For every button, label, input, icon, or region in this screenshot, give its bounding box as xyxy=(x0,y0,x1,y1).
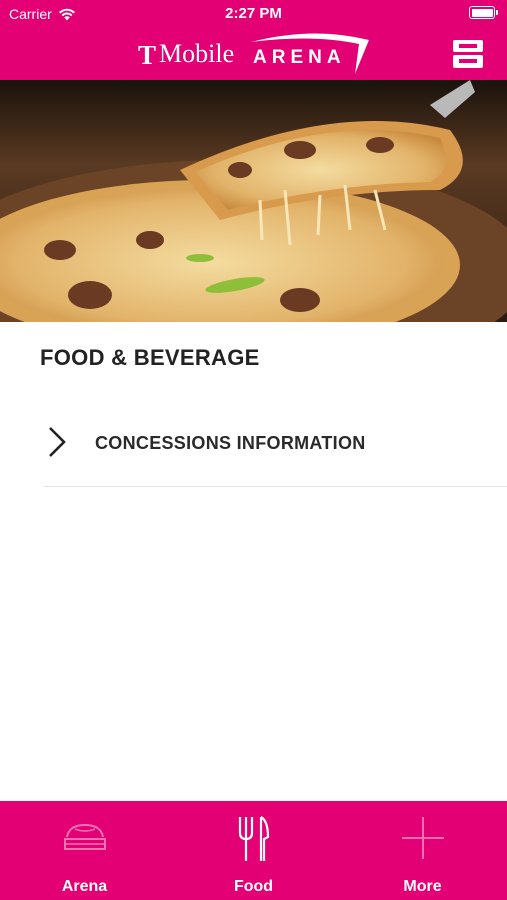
tab-food-label: Food xyxy=(233,878,274,895)
list-item-concessions[interactable]: CONCESSIONS INFORMATION xyxy=(44,410,507,487)
hero-image xyxy=(0,80,507,322)
tab-more[interactable]: More xyxy=(338,801,507,900)
tab-food[interactable]: Food xyxy=(169,801,338,900)
logo-swoosh-icon xyxy=(251,33,369,74)
plus-icon xyxy=(401,817,444,859)
tab-arena[interactable]: Arena xyxy=(0,801,169,900)
tab-more-label: More xyxy=(403,878,442,895)
page-title: FOOD & BEVERAGE xyxy=(40,345,260,370)
app-header: Carrier 2:27 PM T Mobile ARENA xyxy=(0,0,507,80)
chevron-right-icon xyxy=(49,427,66,457)
venue-menu-icon[interactable] xyxy=(451,38,485,70)
list-item-label: CONCESSIONS INFORMATION xyxy=(95,433,366,453)
logo-t-mark: T xyxy=(138,40,157,70)
status-bar: Carrier 2:27 PM xyxy=(0,0,507,28)
logo-brand: Mobile xyxy=(159,39,235,68)
fork-knife-icon xyxy=(238,816,269,861)
arena-icon xyxy=(63,823,106,850)
tab-bar: Arena Food More xyxy=(0,801,507,900)
tab-arena-label: Arena xyxy=(61,878,108,895)
pizza-photo xyxy=(0,80,507,322)
battery-icon xyxy=(469,6,498,19)
tmobile-arena-logo: T Mobile ARENA xyxy=(138,30,373,78)
status-time: 2:27 PM xyxy=(225,5,282,22)
